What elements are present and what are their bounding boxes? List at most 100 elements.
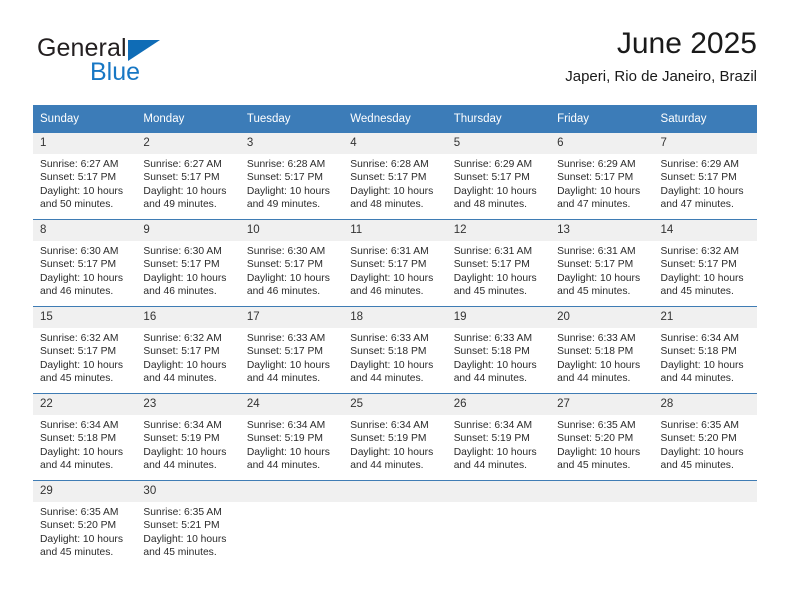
calendar-day-cell[interactable]: 11 Sunrise: 6:31 AM Sunset: 5:17 PM Dayligh… <box>343 219 447 307</box>
daylight-text-line1: Daylight: 10 hours <box>660 185 744 197</box>
daylight-text-line1: Daylight: 10 hours <box>660 272 744 284</box>
daylight-text-line2: and 47 minutes. <box>557 199 631 211</box>
daylight-text-line1: Daylight: 10 hours <box>40 185 123 197</box>
calendar-day-cell[interactable]: 24 Sunrise: 6:34 AM Sunset: 5:19 PM Dayligh… <box>239 393 344 481</box>
sunrise-text: Sunrise: 6:30 AM <box>143 246 222 257</box>
calendar-day-cell[interactable]: 10 Sunrise: 6:30 AM Sunset: 5:17 PM Dayligh… <box>239 219 344 307</box>
daylight-text-line2: and 44 minutes. <box>246 373 321 385</box>
sunrise-text: Sunrise: 6:33 AM <box>453 333 533 344</box>
sunrise-text: Sunrise: 6:34 AM <box>40 420 119 431</box>
sunrise-text: Sunrise: 6:30 AM <box>40 246 119 257</box>
sunset-text: Sunset: 5:18 PM <box>660 346 737 358</box>
weekday-header-thursday: Thursday <box>446 105 551 133</box>
calendar-day-cell[interactable]: 1 Sunrise: 6:27 AM Sunset: 5:17 PM Daylight… <box>33 133 137 220</box>
day-details: Sunrise: 6:30 AM Sunset: 5:17 PM Daylight:… <box>240 241 343 299</box>
daylight-text-line1: Daylight: 10 hours <box>40 359 123 371</box>
page-header: General Blue June 2025 Japeri, Rio de Ja… <box>33 26 757 98</box>
day-details: Sunrise: 6:28 AM Sunset: 5:17 PM Daylight:… <box>343 154 446 212</box>
calendar-day-cell[interactable]: 22 Sunrise: 6:34 AM Sunset: 5:18 PM Dayligh… <box>33 393 137 481</box>
weekday-header-sunday: Sunday <box>33 105 137 133</box>
sunset-text: Sunset: 5:18 PM <box>557 346 634 358</box>
calendar-day-cell[interactable]: 4 Sunrise: 6:28 AM Sunset: 5:17 PM Daylight… <box>343 133 447 220</box>
calendar-day-cell[interactable]: 7 Sunrise: 6:29 AM Sunset: 5:17 PM Daylight… <box>653 133 757 220</box>
day-number: 6 <box>550 133 654 154</box>
calendar-day-cell[interactable]: 3 Sunrise: 6:28 AM Sunset: 5:17 PM Daylight… <box>239 133 344 220</box>
daylight-text-line2: and 46 minutes. <box>40 286 114 298</box>
day-number <box>343 481 447 502</box>
sunset-text: Sunset: 5:18 PM <box>350 346 427 358</box>
daylight-text-line2: and 45 minutes. <box>453 286 527 298</box>
day-details: Sunrise: 6:33 AM Sunset: 5:18 PM Daylight:… <box>550 328 653 386</box>
day-number: 19 <box>446 307 551 328</box>
calendar-day-cell[interactable]: 27 Sunrise: 6:35 AM Sunset: 5:20 PM Dayligh… <box>550 393 654 481</box>
calendar-day-cell[interactable]: 8 Sunrise: 6:30 AM Sunset: 5:17 PM Daylight… <box>33 219 137 307</box>
day-details: Sunrise: 6:34 AM Sunset: 5:18 PM Daylight:… <box>33 415 136 473</box>
calendar-day-cell[interactable]: 25 Sunrise: 6:34 AM Sunset: 5:19 PM Dayligh… <box>343 393 447 481</box>
day-number: 10 <box>239 220 344 241</box>
day-details: Sunrise: 6:35 AM Sunset: 5:20 PM Daylight:… <box>550 415 653 473</box>
calendar-day-cell-empty <box>653 480 757 567</box>
calendar-day-cell[interactable]: 17 Sunrise: 6:33 AM Sunset: 5:17 PM Dayligh… <box>239 306 344 394</box>
calendar-day-cell[interactable]: 21 Sunrise: 6:34 AM Sunset: 5:18 PM Dayligh… <box>653 306 757 394</box>
day-details: Sunrise: 6:33 AM Sunset: 5:18 PM Daylight:… <box>343 328 446 386</box>
sunset-text: Sunset: 5:17 PM <box>40 259 117 271</box>
calendar-day-cell[interactable]: 20 Sunrise: 6:33 AM Sunset: 5:18 PM Dayligh… <box>550 306 654 394</box>
calendar-day-cell[interactable]: 23 Sunrise: 6:34 AM Sunset: 5:19 PM Dayligh… <box>136 393 240 481</box>
day-number <box>239 481 344 502</box>
daylight-text-line2: and 44 minutes. <box>350 373 424 385</box>
calendar-day-cell[interactable]: 5 Sunrise: 6:29 AM Sunset: 5:17 PM Daylight… <box>446 133 551 220</box>
sunrise-text: Sunrise: 6:32 AM <box>660 246 739 257</box>
daylight-text-line2: and 46 minutes. <box>143 286 217 298</box>
calendar-day-cell[interactable]: 13 Sunrise: 6:31 AM Sunset: 5:17 PM Dayligh… <box>550 219 654 307</box>
calendar-day-cell[interactable]: 30 Sunrise: 6:35 AM Sunset: 5:21 PM Dayligh… <box>136 480 240 567</box>
weekday-header-saturday: Saturday <box>653 105 757 133</box>
sunrise-text: Sunrise: 6:32 AM <box>40 333 119 344</box>
sunrise-text: Sunrise: 6:28 AM <box>350 159 429 170</box>
calendar-day-cell[interactable]: 29 Sunrise: 6:35 AM Sunset: 5:20 PM Dayligh… <box>33 480 137 567</box>
day-number: 14 <box>653 220 757 241</box>
calendar-week-row: 29 Sunrise: 6:35 AM Sunset: 5:20 PM Dayligh… <box>33 480 757 567</box>
daylight-text-line1: Daylight: 10 hours <box>557 359 641 371</box>
calendar-day-cell[interactable]: 2 Sunrise: 6:27 AM Sunset: 5:17 PM Daylight… <box>136 133 240 220</box>
calendar-day-cell[interactable]: 6 Sunrise: 6:29 AM Sunset: 5:17 PM Daylight… <box>550 133 654 220</box>
calendar-week-row: 1 Sunrise: 6:27 AM Sunset: 5:17 PM Daylight… <box>33 133 757 220</box>
sunset-text: Sunset: 5:17 PM <box>660 259 737 271</box>
page-subtitle: Japeri, Rio de Janeiro, Brazil <box>565 68 757 85</box>
day-number: 5 <box>446 133 551 154</box>
day-number: 9 <box>136 220 240 241</box>
calendar-day-cell[interactable]: 19 Sunrise: 6:33 AM Sunset: 5:18 PM Dayligh… <box>446 306 551 394</box>
sunrise-text: Sunrise: 6:34 AM <box>453 420 533 431</box>
general-blue-logo[interactable]: General Blue <box>33 34 263 92</box>
logo-blue-text: Blue <box>90 58 141 86</box>
day-number: 8 <box>33 220 137 241</box>
sunset-text: Sunset: 5:20 PM <box>557 433 634 445</box>
weekday-header-friday: Friday <box>550 105 654 133</box>
sunset-text: Sunset: 5:17 PM <box>660 172 737 184</box>
sunrise-text: Sunrise: 6:27 AM <box>40 159 119 170</box>
sunrise-text: Sunrise: 6:27 AM <box>143 159 222 170</box>
calendar-day-cell[interactable]: 28 Sunrise: 6:35 AM Sunset: 5:20 PM Dayligh… <box>653 393 757 481</box>
sunrise-text: Sunrise: 6:34 AM <box>660 333 739 344</box>
calendar-day-cell[interactable]: 14 Sunrise: 6:32 AM Sunset: 5:17 PM Dayligh… <box>653 219 757 307</box>
calendar-day-cell[interactable]: 9 Sunrise: 6:30 AM Sunset: 5:17 PM Daylight… <box>136 219 240 307</box>
calendar-day-cell[interactable]: 16 Sunrise: 6:32 AM Sunset: 5:17 PM Dayligh… <box>136 306 240 394</box>
day-details: Sunrise: 6:32 AM Sunset: 5:17 PM Daylight:… <box>136 328 239 386</box>
calendar-day-cell[interactable]: 18 Sunrise: 6:33 AM Sunset: 5:18 PM Dayligh… <box>343 306 447 394</box>
calendar-day-cell[interactable]: 26 Sunrise: 6:34 AM Sunset: 5:19 PM Dayligh… <box>446 393 551 481</box>
sunset-text: Sunset: 5:17 PM <box>350 259 427 271</box>
sunrise-text: Sunrise: 6:28 AM <box>246 159 326 170</box>
day-number: 4 <box>343 133 447 154</box>
sunset-text: Sunset: 5:17 PM <box>453 259 530 271</box>
day-number: 1 <box>33 133 137 154</box>
day-number: 20 <box>550 307 654 328</box>
calendar-day-cell[interactable]: 15 Sunrise: 6:32 AM Sunset: 5:17 PM Dayligh… <box>33 306 137 394</box>
daylight-text-line2: and 50 minutes. <box>40 199 114 211</box>
daylight-text-line1: Daylight: 10 hours <box>453 185 537 197</box>
page-title: June 2025 <box>616 27 757 60</box>
calendar-day-cell[interactable]: 12 Sunrise: 6:31 AM Sunset: 5:17 PM Dayligh… <box>446 219 551 307</box>
day-number <box>550 481 654 502</box>
sunrise-text: Sunrise: 6:31 AM <box>453 246 533 257</box>
daylight-text-line1: Daylight: 10 hours <box>40 446 123 458</box>
calendar-body: 1 Sunrise: 6:27 AM Sunset: 5:17 PM Daylight… <box>33 133 757 567</box>
daylight-text-line2: and 45 minutes. <box>40 547 114 559</box>
